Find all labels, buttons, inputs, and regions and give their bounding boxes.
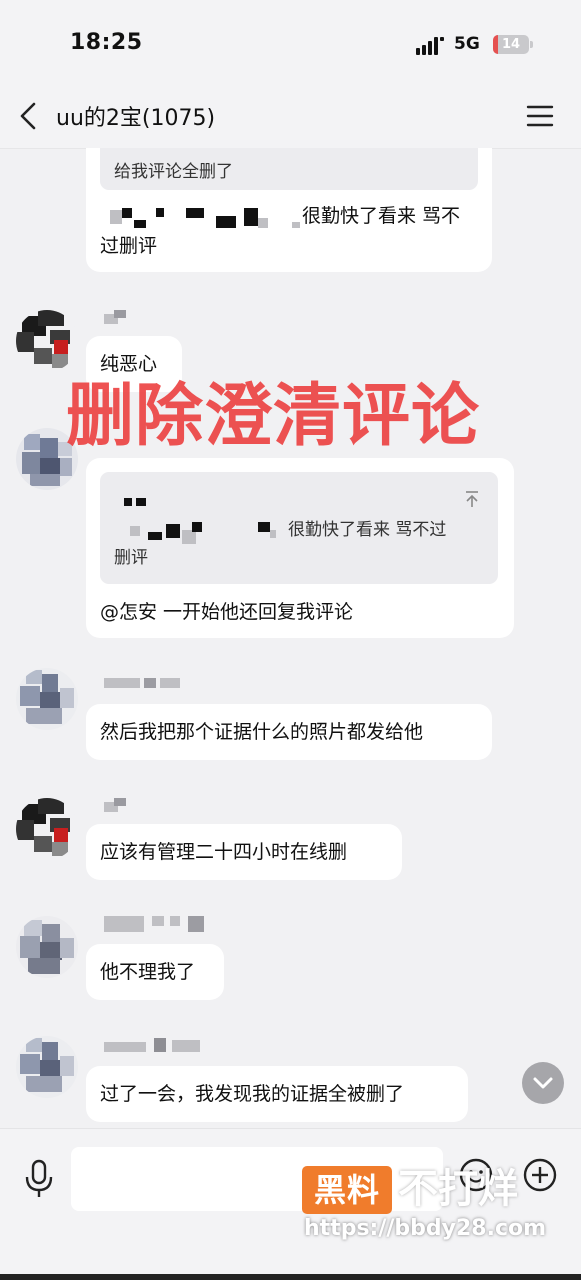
more-actions-button[interactable] [522,1157,558,1193]
bottom-edge [0,1274,581,1280]
status-time: 18:25 [70,30,143,55]
sender-name-censored [104,798,128,812]
quoted-message[interactable]: 很勤快了看来 骂不过 删评 [100,472,498,584]
sender-name-censored [104,310,128,324]
sender-name-censored [104,916,214,932]
message-text: 他不理我了 [100,961,196,983]
status-bar: 18:25 5G 14 [0,0,581,86]
watermark-url: https://bbdy28.com [304,1216,547,1241]
message-text: 应该有管理二十四小时在线删 [100,841,348,863]
group-title: uu的2宝(1075) [56,106,216,131]
sender-name-censored [104,1038,204,1052]
message-bubble[interactable]: 然后我把那个证据什么的照片都发给他 [86,704,492,760]
avatar[interactable] [16,798,78,860]
message-bubble[interactable]: 很勤快了看来 骂不过 删评 @怎安 一开始他还回复我评论 [86,458,514,638]
avatar[interactable] [16,310,78,372]
message-text: @怎安 一开始他还回复我评论 [100,601,354,623]
signal-icon [416,37,444,55]
microphone-icon [25,1159,53,1197]
watermark-brand: 不打烊 [398,1166,518,1212]
watermark-logo: 黑料 [302,1166,392,1214]
menu-button[interactable] [524,100,556,132]
avatar[interactable] [16,668,78,730]
message-text: 然后我把那个证据什么的照片都发给他 [100,721,424,743]
scroll-to-bottom-button[interactable] [522,1062,564,1104]
voice-button[interactable] [22,1159,56,1199]
message-bubble[interactable]: 应该有管理二十四小时在线删 [86,824,402,880]
hamburger-menu-icon [526,105,554,127]
message-text-line2: 过删评 [100,235,158,257]
message-bubble[interactable]: 给我评论全删了 很勤快了看来 骂不 过删评 [86,148,492,272]
plus-circle-icon [523,1158,557,1192]
message-list[interactable]: 给我评论全删了 很勤快了看来 骂不 过删评 纯恶心 很勤快了看来 骂不过 删评 … [0,148,581,1128]
chat-header: uu的2宝(1075) [0,86,581,149]
message-bubble[interactable]: 他不理我了 [86,944,224,1000]
avatar[interactable] [16,1036,78,1098]
message-text: 过了一会，我发现我的证据全被删了 [100,1083,405,1105]
avatar[interactable] [16,916,78,978]
back-button[interactable] [14,98,46,134]
quoted-text: 很勤快了看来 骂不过 [288,520,447,540]
overlay-caption: 删除澄清评论 [66,377,481,456]
quoted-text: 给我评论全删了 [114,162,233,182]
message-bubble[interactable]: 过了一会，我发现我的证据全被删了 [86,1066,468,1122]
quoted-message[interactable]: 给我评论全删了 [100,148,478,190]
jump-to-original-icon[interactable] [464,490,480,508]
message-text: 很勤快了看来 骂不 [302,205,461,227]
chevron-down-icon [533,1077,553,1089]
network-type: 5G [454,34,480,54]
battery-icon: 14 [493,35,533,54]
quoted-text-line2: 删评 [114,548,148,568]
sender-name-censored [104,678,194,692]
chevron-left-icon [20,102,36,130]
